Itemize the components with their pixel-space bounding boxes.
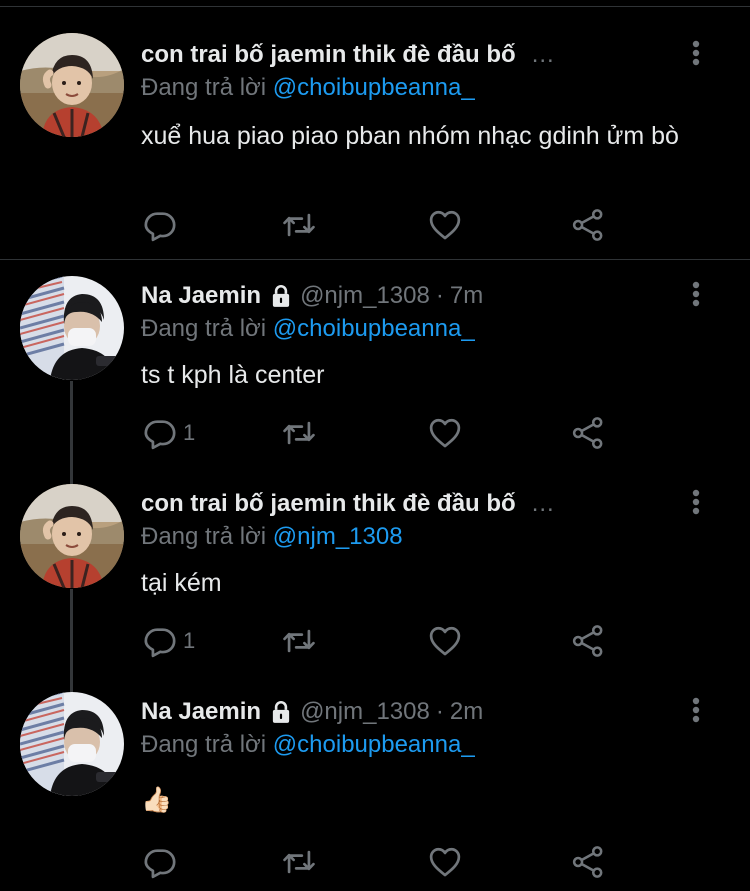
retweet-button[interactable] [282,624,316,658]
reply-bubble-icon [143,416,177,450]
avatar[interactable] [20,276,124,380]
share-nodes-icon [571,845,605,879]
retweet-button[interactable] [282,845,316,879]
retweet-button[interactable] [282,208,316,242]
like-button[interactable] [428,845,462,879]
tweet-divider [0,259,750,260]
truncation-marker: ... [531,490,555,517]
mention-link[interactable]: @njm_1308 [273,523,403,550]
share-button[interactable] [571,208,605,242]
reply-count: 1 [183,420,196,445]
tweet-text: tại kém [141,569,222,597]
heart-icon [428,416,462,450]
heart-icon [428,624,462,658]
reply-bubble-icon [143,624,177,658]
display-name[interactable]: con trai bố jaemin thik đè đầu bố [141,41,516,69]
user-handle[interactable]: @njm_1308 [300,698,430,726]
avatar-child-photo [20,484,124,588]
heart-icon [428,845,462,879]
lock-icon [268,699,294,725]
tweet-text: xuể hua piao piao pban nhóm nhạc gdinh ử… [141,122,679,150]
tweet-header: con trai bố jaemin thik đè đầu bố ... [141,38,555,72]
heart-icon [428,208,462,242]
top-divider [0,6,750,7]
reply-bubble-icon [143,208,177,242]
like-button[interactable] [428,416,462,450]
replying-to: Đang trả lời @choibupbeanna_ [141,315,475,343]
replying-to: Đang trả lời @njm_1308 [141,523,403,551]
reply-count: 1 [183,628,196,653]
retweet-button[interactable] [282,416,316,450]
lock-icon [268,283,294,309]
avatar[interactable] [20,692,124,796]
tweet[interactable]: Na Jaemin @njm_1308 · 2m Đang trả lời @c… [0,695,750,885]
avatar[interactable] [20,33,124,137]
share-button[interactable] [571,624,605,658]
mention-link[interactable]: @choibupbeanna_ [273,315,475,342]
share-nodes-icon [571,624,605,658]
tweet-text: 👍🏻 [141,786,173,814]
separator-dot: · [435,282,444,309]
action-bar [141,845,621,879]
retweet-arrows-icon [282,624,316,658]
timestamp[interactable]: 7m [450,282,483,310]
replying-to-label: Đang trả lời [141,523,267,550]
reply-bubble-icon [143,845,177,879]
vertical-dots-icon[interactable] [686,38,706,68]
action-bar: 1 [141,416,621,450]
tweet-header: Na Jaemin @njm_1308 · 7m [141,279,483,313]
tweet[interactable]: con trai bố jaemin thik đè đầu bố ... Đa… [0,38,750,238]
replying-to: Đang trả lời @choibupbeanna_ [141,74,475,102]
tweet[interactable]: Na Jaemin @njm_1308 · 7m Đang trả lời @c… [0,279,750,464]
share-button[interactable] [571,416,605,450]
action-bar [141,208,621,242]
retweet-arrows-icon [282,208,316,242]
tweet-header: Na Jaemin @njm_1308 · 2m [141,695,483,729]
vertical-dots-icon[interactable] [686,695,706,725]
separator-dot: · [435,698,444,725]
avatar-child-photo [20,33,124,137]
avatar[interactable] [20,484,124,588]
like-button[interactable] [428,624,462,658]
share-nodes-icon [571,208,605,242]
replying-to-label: Đang trả lời [141,74,267,101]
reply-button[interactable]: 1 [143,416,195,450]
timestamp[interactable]: 2m [450,698,483,726]
retweet-arrows-icon [282,845,316,879]
tweet-text: ts t kph là center [141,361,325,389]
reply-button[interactable] [143,208,177,242]
replying-to: Đang trả lời @choibupbeanna_ [141,731,475,759]
display-name[interactable]: con trai bố jaemin thik đè đầu bố [141,490,516,518]
reply-button[interactable] [143,845,177,879]
mention-link[interactable]: @choibupbeanna_ [273,731,475,758]
truncation-marker: ... [531,41,555,68]
like-button[interactable] [428,208,462,242]
retweet-arrows-icon [282,416,316,450]
share-nodes-icon [571,416,605,450]
reply-button[interactable]: 1 [143,624,195,658]
replying-to-label: Đang trả lời [141,731,267,758]
tweet-header: con trai bố jaemin thik đè đầu bố ... [141,487,555,521]
vertical-dots-icon[interactable] [686,279,706,309]
avatar-masked-person-photo [20,692,124,796]
action-bar: 1 [141,624,621,658]
avatar-masked-person-photo [20,276,124,380]
display-name[interactable]: Na Jaemin [141,282,261,310]
user-handle[interactable]: @njm_1308 [300,282,430,310]
tweet[interactable]: con trai bố jaemin thik đè đầu bố ... Đa… [0,487,750,672]
display-name[interactable]: Na Jaemin [141,698,261,726]
mention-link[interactable]: @choibupbeanna_ [273,74,475,101]
replying-to-label: Đang trả lời [141,315,267,342]
share-button[interactable] [571,845,605,879]
vertical-dots-icon[interactable] [686,487,706,517]
